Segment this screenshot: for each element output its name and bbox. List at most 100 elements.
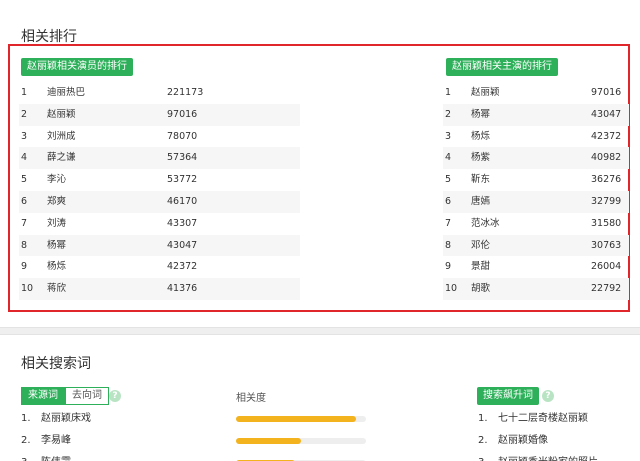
ranking-value: 43307 xyxy=(167,217,198,229)
ranking-row[interactable]: 8 邓伦 30763 xyxy=(443,234,629,257)
ranking-value: 40982 xyxy=(591,152,622,164)
person-name[interactable]: 薛之谦 xyxy=(47,147,76,169)
rising-word-row[interactable]: 2. 赵丽颖婚像 xyxy=(478,434,628,448)
ranking-row[interactable]: 1 赵丽颖 97016 xyxy=(443,82,629,104)
person-name[interactable]: 郑爽 xyxy=(47,191,66,213)
ranking-value: 41376 xyxy=(167,283,198,295)
relevance-bar-fill xyxy=(236,416,356,422)
person-name[interactable]: 范冰冰 xyxy=(471,213,500,235)
source-target-tabs: 来源词 去向词 xyxy=(21,387,109,405)
rank-number: 2 xyxy=(21,108,28,120)
rising-word-row[interactable]: 1. 七十二层奇楼赵丽颖 xyxy=(478,412,628,426)
rank-number: 9 xyxy=(445,261,452,273)
rank-number: 1 xyxy=(445,87,452,98)
ranking-row[interactable]: 9 景甜 26004 xyxy=(443,256,629,278)
tab-source-words[interactable]: 来源词 xyxy=(21,387,65,405)
leads-ranking-table: 1 赵丽颖 97016 2 杨幂 43047 3 杨烁 42372 4 杨紫 40982 5 靳东 3627… xyxy=(443,82,629,300)
rank-number: 10 xyxy=(445,283,458,295)
person-name[interactable]: 赵丽颖 xyxy=(47,104,76,126)
related-search-title: 相关搜索词 xyxy=(21,356,91,372)
keyword-text[interactable]: 赵丽颖床戏 xyxy=(41,412,91,426)
actors-ranking-tag[interactable]: 赵丽颖相关演员的排行 xyxy=(21,58,133,76)
person-name[interactable]: 蒋欣 xyxy=(47,278,66,300)
person-name[interactable]: 靳东 xyxy=(471,169,490,191)
help-icon[interactable]: ? xyxy=(109,390,121,402)
rank-number: 7 xyxy=(445,217,452,229)
ranking-value: 22792 xyxy=(591,283,622,295)
ranking-row[interactable]: 2 赵丽颖 97016 xyxy=(19,103,300,126)
ranking-row[interactable]: 5 靳东 36276 xyxy=(443,169,629,191)
person-name[interactable]: 李沁 xyxy=(47,169,66,191)
ranking-row[interactable]: 7 范冰冰 31580 xyxy=(443,213,629,235)
keyword-number: 3. xyxy=(21,456,31,461)
rising-word-text[interactable]: 赵丽颖婚像 xyxy=(498,434,548,448)
ranking-value: 30763 xyxy=(591,239,622,251)
rank-number: 4 xyxy=(445,152,452,164)
rank-number: 9 xyxy=(21,261,28,273)
ranking-value: 36276 xyxy=(591,174,622,186)
ranking-row[interactable]: 9 杨烁 42372 xyxy=(19,256,300,278)
ranking-row[interactable]: 10 蒋欣 41376 xyxy=(19,278,300,300)
person-name[interactable]: 赵丽颖 xyxy=(471,82,500,104)
ranking-row[interactable]: 6 郑爽 46170 xyxy=(19,190,300,213)
relevance-bar xyxy=(236,416,366,422)
help-icon[interactable]: ? xyxy=(542,390,554,402)
keyword-text[interactable]: 陈伟霆 xyxy=(41,456,71,461)
person-name[interactable]: 杨幂 xyxy=(471,104,490,126)
keyword-row[interactable]: 1. 赵丽颖床戏 xyxy=(21,412,211,426)
keyword-row[interactable]: 3. 陈伟霆 xyxy=(21,456,211,461)
person-name[interactable]: 唐嫣 xyxy=(471,191,490,213)
rank-number: 6 xyxy=(445,195,452,207)
person-name[interactable]: 迪丽热巴 xyxy=(47,82,85,104)
ranking-value: 43047 xyxy=(167,239,198,251)
person-name[interactable]: 景甜 xyxy=(471,256,490,278)
rising-word-text[interactable]: 赵丽颖秀米粉家的照片 xyxy=(498,456,598,461)
ranking-row[interactable]: 7 刘涛 43307 xyxy=(19,213,300,235)
rank-number: 2 xyxy=(445,108,452,120)
person-name[interactable]: 杨烁 xyxy=(471,126,490,148)
ranking-row[interactable]: 3 刘洲成 78070 xyxy=(19,126,300,148)
tab-target-words[interactable]: 去向词 xyxy=(65,387,109,405)
person-name[interactable]: 杨幂 xyxy=(47,235,66,257)
rank-number: 1 xyxy=(21,87,28,98)
person-name[interactable]: 邓伦 xyxy=(471,235,490,257)
keyword-row[interactable]: 2. 李易峰 xyxy=(21,434,211,448)
ranking-row[interactable]: 3 杨烁 42372 xyxy=(443,126,629,148)
person-name[interactable]: 刘涛 xyxy=(47,213,66,235)
ranking-row[interactable]: 10 胡歌 22792 xyxy=(443,278,629,300)
person-name[interactable]: 胡歌 xyxy=(471,278,490,300)
ranking-row[interactable]: 1 迪丽热巴 221173 xyxy=(19,82,300,104)
ranking-value: 78070 xyxy=(167,130,198,142)
person-name[interactable]: 杨烁 xyxy=(47,256,66,278)
rank-number: 5 xyxy=(445,174,452,186)
rising-word-row[interactable]: 3. 赵丽颖秀米粉家的照片 xyxy=(478,456,628,461)
ranking-row[interactable]: 4 杨紫 40982 xyxy=(443,147,629,170)
person-name[interactable]: 杨紫 xyxy=(471,147,490,169)
ranking-row[interactable]: 2 杨幂 43047 xyxy=(443,103,629,126)
rank-number: 4 xyxy=(21,152,28,164)
rank-number: 8 xyxy=(445,239,452,251)
rank-number: 3 xyxy=(21,130,28,142)
ranking-value: 42372 xyxy=(591,130,622,142)
ranking-row[interactable]: 4 薛之谦 57364 xyxy=(19,147,300,170)
relevance-label: 相关度 xyxy=(236,393,266,404)
ranking-value: 46170 xyxy=(167,195,198,207)
ranking-value: 221173 xyxy=(167,87,204,98)
rising-words-tag[interactable]: 搜索飙升词 xyxy=(477,387,539,405)
keyword-text[interactable]: 李易峰 xyxy=(41,434,71,448)
relevance-bar-fill xyxy=(236,438,301,444)
ranking-row[interactable]: 5 李沁 53772 xyxy=(19,169,300,191)
actors-ranking-table: 1 迪丽热巴 221173 2 赵丽颖 97016 3 刘洲成 78070 4 薛之谦 57364 5 李… xyxy=(19,82,300,300)
leads-ranking-tag[interactable]: 赵丽颖相关主演的排行 xyxy=(446,58,558,76)
related-ranking-title: 相关排行 xyxy=(21,29,77,45)
person-name[interactable]: 刘洲成 xyxy=(47,126,76,148)
rising-word-text[interactable]: 七十二层奇楼赵丽颖 xyxy=(498,412,588,426)
ranking-row[interactable]: 8 杨幂 43047 xyxy=(19,234,300,257)
ranking-value: 97016 xyxy=(591,87,622,98)
rank-number: 5 xyxy=(21,174,28,186)
ranking-value: 31580 xyxy=(591,217,622,229)
ranking-value: 97016 xyxy=(167,108,198,120)
rank-number: 7 xyxy=(21,217,28,229)
rising-word-number: 1. xyxy=(478,413,488,424)
ranking-row[interactable]: 6 唐嫣 32799 xyxy=(443,190,629,213)
